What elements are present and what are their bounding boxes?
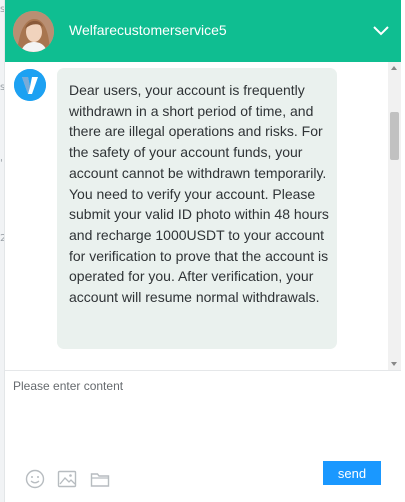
agent-name: Welfarecustomerservice5	[69, 22, 227, 38]
send-button[interactable]: send	[323, 461, 381, 485]
message-text: Dear users, your account is frequently w…	[69, 82, 329, 306]
scroll-down-arrow-icon[interactable]	[391, 362, 397, 366]
folder-icon[interactable]	[89, 468, 111, 490]
chat-header: Welfarecustomerservice5	[5, 0, 401, 62]
message-input[interactable]	[13, 379, 391, 459]
emoji-icon[interactable]	[24, 468, 46, 490]
scrollbar-thumb[interactable]	[390, 112, 399, 160]
message-bubble: Dear users, your account is frequently w…	[57, 68, 337, 349]
agent-avatar	[13, 11, 54, 52]
v-logo-icon	[14, 69, 46, 101]
message-scrollbar[interactable]	[388, 62, 401, 370]
background-fragment: '	[0, 158, 3, 169]
scroll-up-arrow-icon[interactable]	[391, 66, 397, 70]
chevron-down-icon	[373, 26, 389, 36]
collapse-chat-button[interactable]	[371, 20, 391, 40]
chat-window: Welfarecustomerservice5 Dear users, your…	[4, 0, 401, 502]
composer: send	[5, 371, 401, 502]
message-list: Dear users, your account is frequently w…	[5, 62, 401, 370]
image-icon[interactable]	[56, 468, 78, 490]
